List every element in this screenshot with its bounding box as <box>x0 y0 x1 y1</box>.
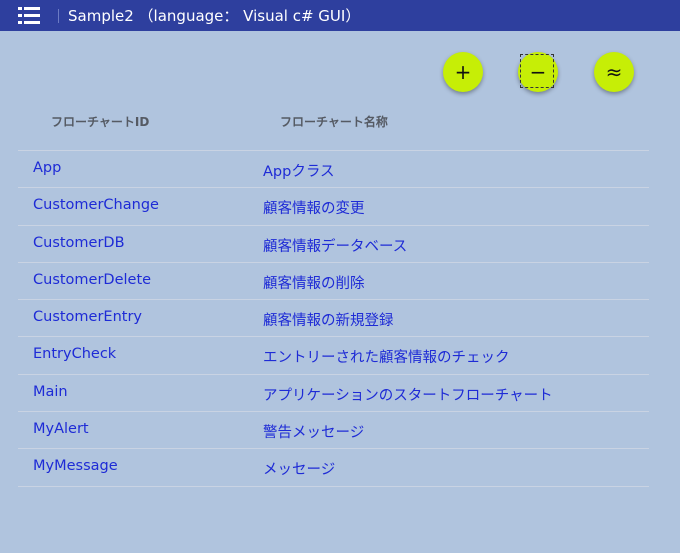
list-menu-icon[interactable] <box>18 6 40 25</box>
flowchart-id[interactable]: CustomerDelete <box>33 272 151 288</box>
app-header: Sample2 （language： Visual c# GUI） <box>0 0 680 31</box>
flowchart-name[interactable]: 顧客情報の新規登録 <box>263 309 394 330</box>
flowchart-id[interactable]: CustomerChange <box>33 197 159 213</box>
add-button[interactable]: + <box>443 52 483 92</box>
approx-button[interactable]: ≈ <box>594 52 634 92</box>
flowchart-id[interactable]: MyMessage <box>33 458 118 474</box>
flowchart-id[interactable]: MyAlert <box>33 421 89 437</box>
header-divider <box>58 9 59 23</box>
flowchart-name[interactable]: 警告メッセージ <box>263 421 364 442</box>
table-row[interactable]: CustomerDB 顧客情報データベース <box>18 226 649 263</box>
table-row[interactable]: App Appクラス <box>18 151 649 189</box>
page-title: Sample2 （language： Visual c# GUI） <box>68 7 361 25</box>
table-row[interactable]: CustomerChange 顧客情報の変更 <box>18 188 649 226</box>
flowchart-id[interactable]: Main <box>33 384 68 400</box>
flowchart-name[interactable]: Appクラス <box>263 160 335 181</box>
flowchart-id[interactable]: EntryCheck <box>33 346 116 362</box>
flowchart-name[interactable]: アプリケーションのスタートフローチャート <box>263 384 553 405</box>
approx-icon: ≈ <box>605 60 623 84</box>
flowchart-name[interactable]: メッセージ <box>263 458 335 479</box>
table-row[interactable]: Main アプリケーションのスタートフローチャート <box>18 375 649 413</box>
flowchart-table: App Appクラス CustomerChange 顧客情報の変更 Custom… <box>18 150 649 487</box>
column-header-name[interactable]: フローチャート名称 <box>280 113 388 130</box>
flowchart-id[interactable]: CustomerDB <box>33 235 125 251</box>
table-row[interactable]: MyAlert 警告メッセージ <box>18 412 649 450</box>
flowchart-id[interactable]: App <box>33 160 61 176</box>
flowchart-name[interactable]: 顧客情報データベース <box>263 235 407 256</box>
flowchart-id[interactable]: CustomerEntry <box>33 309 142 325</box>
table-row[interactable]: MyMessage メッセージ <box>18 449 649 487</box>
plus-icon: + <box>454 60 472 84</box>
table-row[interactable]: CustomerDelete 顧客情報の削除 <box>18 263 649 301</box>
flowchart-name[interactable]: 顧客情報の変更 <box>263 197 365 218</box>
flowchart-name[interactable]: 顧客情報の削除 <box>263 272 365 293</box>
focus-ring <box>520 54 554 88</box>
table-row[interactable]: CustomerEntry 顧客情報の新規登録 <box>18 300 649 338</box>
flowchart-name[interactable]: エントリーされた顧客情報のチェック <box>263 346 510 367</box>
column-header-id[interactable]: フローチャートID <box>51 113 149 130</box>
table-row[interactable]: EntryCheck エントリーされた顧客情報のチェック <box>18 337 649 375</box>
remove-button[interactable]: − <box>518 52 558 92</box>
